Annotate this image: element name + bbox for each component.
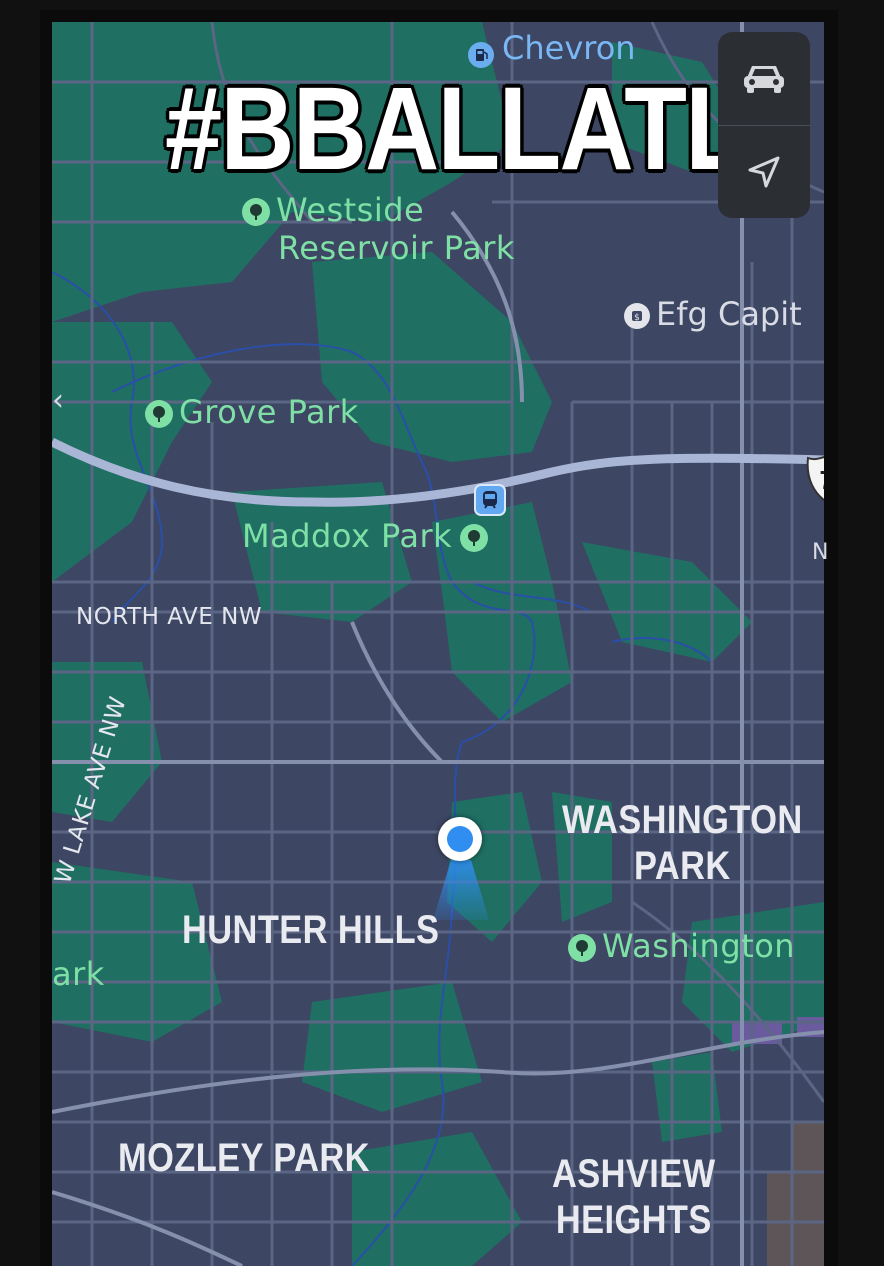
neighborhood-mozley-park: MOZLEY PARK xyxy=(118,1136,370,1180)
recenter-button[interactable] xyxy=(718,126,810,218)
park-tree-icon xyxy=(460,524,489,552)
poi-grove-park[interactable]: Grove Park xyxy=(145,396,359,428)
poi-washington[interactable]: Washington xyxy=(568,930,795,962)
us-route-shield: 78 xyxy=(806,456,824,502)
map-canvas xyxy=(52,22,824,1266)
poi-maddox-park[interactable]: Maddox Park xyxy=(242,517,489,555)
drive-mode-button[interactable] xyxy=(718,32,810,124)
transit-station-icon[interactable] xyxy=(474,484,506,516)
poi-westside-reservoir-park[interactable]: Westside xyxy=(242,194,424,226)
westside-line1: Westside xyxy=(276,191,425,229)
car-icon xyxy=(744,66,784,93)
map-left-chevron-icon[interactable]: ‹ xyxy=(52,386,64,416)
location-arrow-icon xyxy=(748,156,780,188)
park-tree-icon xyxy=(568,934,596,962)
hashtag-overlay: #BBALLATL xyxy=(165,63,748,195)
svg-text:$: $ xyxy=(634,313,640,323)
park-tree-icon xyxy=(242,198,270,226)
map-view[interactable]: 78 xyxy=(52,22,824,1266)
grove-park-label: Grove Park xyxy=(179,393,359,431)
heading-beam xyxy=(433,860,489,920)
route-number: 78 xyxy=(820,465,824,495)
washington-park-line1: WASHINGTON xyxy=(562,798,803,842)
poi-ark-partial: ark xyxy=(52,955,105,993)
bank-icon: $ xyxy=(624,303,650,329)
ashview-line2: HEIGHTS xyxy=(555,1198,712,1242)
park-tree-icon xyxy=(145,400,173,428)
neighborhood-washington-park: WASHINGTON PARK xyxy=(562,800,803,886)
neighborhood-hunter-hills: HUNTER HILLS xyxy=(182,908,440,952)
poi-efg-capital[interactable]: $ Efg Capit xyxy=(624,298,802,330)
street-partial-n: N xyxy=(812,540,829,565)
westside-line2-label: Reservoir Park xyxy=(278,229,515,267)
user-location-dot[interactable] xyxy=(438,817,482,861)
washington-label: Washington xyxy=(602,927,796,965)
map-controls xyxy=(718,32,810,218)
neighborhood-ashview-heights: ASHVIEW HEIGHTS xyxy=(552,1154,716,1240)
washington-park-line2: PARK xyxy=(633,844,731,888)
ashview-line1: ASHVIEW xyxy=(552,1152,716,1196)
train-glyph xyxy=(483,491,497,509)
maddox-park-label: Maddox Park xyxy=(242,517,453,555)
poi-chevron-label: Chevron xyxy=(502,29,636,67)
poi-efg-label: Efg Capit xyxy=(656,295,802,333)
street-north-ave: NORTH AVE NW xyxy=(76,604,263,630)
